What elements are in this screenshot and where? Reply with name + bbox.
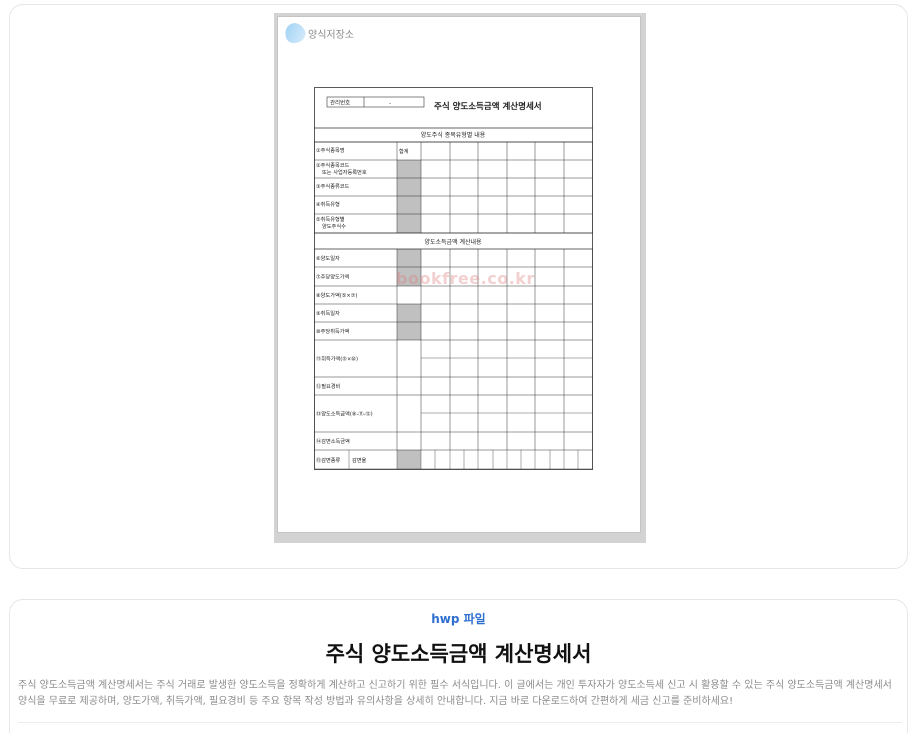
section1-label: 양도주식 종목유형별 내용 [421,131,486,139]
total-column-label: 합계 [399,147,409,155]
section1-row-label: ①주식종목명 [316,146,345,154]
form-title: 주식 양도소득금액 계산명세서 [434,101,542,112]
section2-row-label: ⑬양도소득금액(⑧-⑪-⑫) [316,410,373,418]
document-description: 주식 양도소득금액 계산명세서는 주식 거래로 발생한 양도소득을 정확하게 계… [18,680,892,707]
section1-row-label: 양도주식수 [322,222,346,230]
document-title: 주식 양도소득금액 계산명세서 [325,642,592,666]
site-logo: 양식저장소 [282,20,354,46]
section2-row-label: ⑦주당양도가액 [316,273,350,281]
section1-row-label: ④취득유형 [316,200,340,208]
shaded-cell-block [397,450,421,469]
logo-text: 양식저장소 [308,29,354,41]
section2-row-label: ⑨취득일자 [316,309,340,317]
section1-row-label: ②주식종목코드 [316,161,350,169]
shaded-total-column [397,160,421,233]
section2-row-label: ⑪취득가액(⑤×⑩) [316,355,358,363]
document-page: 양식저장소 관리번호 - 주식 양도소득금액 계산명세서 양도주식 종목유형별 … [277,16,641,533]
section2-row-label: ⑧양도가액(⑤×⑦) [316,291,357,299]
section2-row-label: ⑫필요경비 [316,382,341,390]
serial-label: 관리번호 [330,99,350,107]
section1-row-label: ⑤취득유형별 [316,215,345,223]
section2-label: 양도소득금액 계산내용 [424,238,482,246]
divider [18,722,902,723]
document-preview[interactable]: 양식저장소 관리번호 - 주식 양도소득금액 계산명세서 양도주식 종목유형별 … [274,13,646,543]
file-type-badge[interactable]: hwp 파일 [10,610,907,627]
preview-card: 양식저장소 관리번호 - 주식 양도소득금액 계산명세서 양도주식 종목유형별 … [9,4,908,569]
watermark: bookfree.co.kr [396,269,535,288]
section1-row-label: 또는 사업자등록번호 [322,168,367,176]
section2-row-label: ⑭감면소득금액 [316,437,350,445]
reduction-rate-label: 감면율 [352,456,367,464]
section2-row-label: ⑥양도일자 [316,254,340,262]
section1-row-label: ③주식종류코드 [316,182,350,190]
section2-row-label: ⑩주당취득가액 [316,327,350,335]
info-card: hwp 파일 주식 양도소득금액 계산명세서 주식 양도소득금액 계산명세서는 … [9,599,908,733]
serial-value: - [389,101,391,107]
logo-icon [282,20,308,46]
reduction-type-label: ⑮감면종류 [316,456,341,464]
